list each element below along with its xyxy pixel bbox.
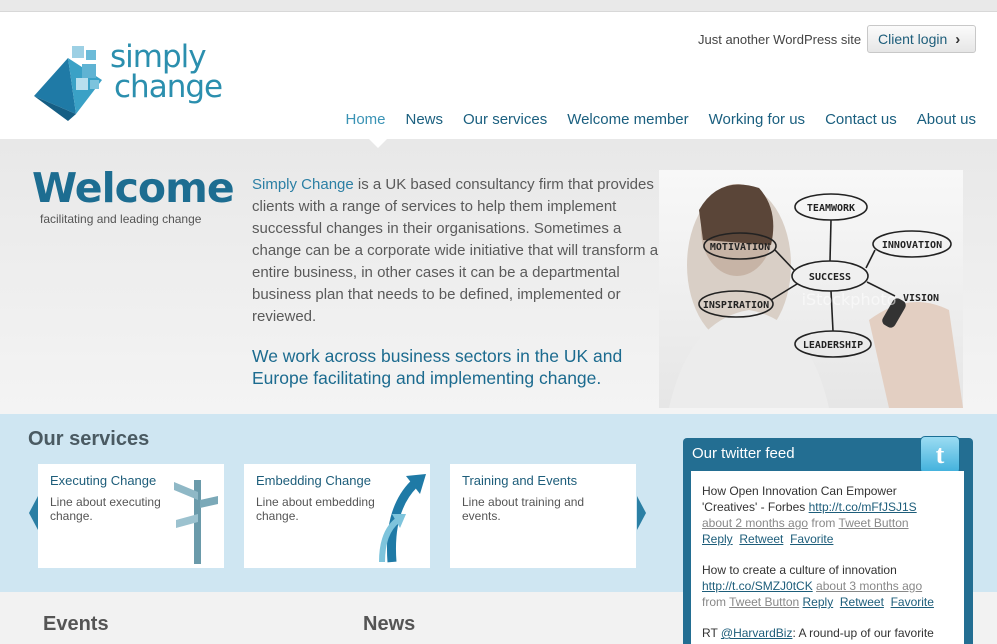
service-card-title: Training and Events [462, 473, 578, 488]
rising-arrows-icon [379, 474, 426, 563]
service-card-embedding-change[interactable]: Embedding Change Line about embedding ch… [244, 464, 430, 568]
tweet-favorite-link[interactable]: Favorite [891, 595, 934, 609]
tweet-item: How Open Innovation Can Empower 'Creativ… [702, 483, 954, 547]
diagram-word-inspiration: INSPIRATION [703, 300, 769, 311]
carousel-next-arrow-icon[interactable] [637, 496, 646, 530]
twitter-feed-panel: Our twitter feed t How Open Innovation C… [683, 436, 973, 644]
diagram-word-innovation: INNOVATION [882, 240, 942, 251]
tweet-list: How Open Innovation Can Empower 'Creativ… [691, 471, 964, 644]
tweet-mention-link[interactable]: @HarvardBiz [721, 626, 793, 640]
tweet-link[interactable]: http://t.co/SMZJ0tCK [702, 579, 813, 593]
nav-item-contact-us[interactable]: Contact us [825, 111, 897, 128]
twitter-feed-heading: Our twitter feed [692, 445, 795, 462]
tweet-time[interactable]: about 3 months ago [816, 579, 922, 593]
watermark-text: iStockphoto [802, 290, 897, 309]
service-card-training-and-events[interactable]: Training and Events Line about training … [450, 464, 636, 568]
top-strip [0, 0, 997, 12]
client-login-button[interactable]: Client login › [867, 25, 976, 53]
tweet-from: from [702, 595, 730, 609]
service-card-title: Executing Change [50, 473, 157, 488]
tweet-prefix: RT [702, 626, 721, 640]
site-tagline: Just another WordPress site [698, 32, 862, 47]
diagram-word-teamwork: TEAMWORK [807, 203, 855, 214]
chevron-right-icon: › [955, 30, 961, 48]
service-card-executing-change[interactable]: Executing Change Line about executing ch… [38, 464, 224, 568]
nav-active-pointer [369, 139, 387, 148]
hero-section: Welcome facilitating and leading change … [0, 139, 997, 414]
intro-text: is a UK based consultancy firm that prov… [252, 176, 667, 325]
nav-item-home[interactable]: Home [345, 111, 385, 128]
tweet-text: : A round-up of our favorite [792, 626, 934, 640]
tweet-retweet-link[interactable]: Retweet [739, 532, 783, 546]
logo-line-1: simply [110, 39, 207, 75]
service-card-description: Line about executing change. [50, 495, 161, 523]
page-subtitle: facilitating and leading change [40, 212, 202, 226]
nav-item-welcome-member[interactable]: Welcome member [567, 111, 688, 128]
client-login-label: Client login [878, 31, 948, 47]
diagram-word-motivation: MOTIVATION [710, 242, 770, 253]
tweet-item: How to create a culture of innovation ht… [702, 562, 954, 610]
news-heading: News [363, 613, 416, 635]
services-heading: Our services [28, 428, 150, 450]
main-nav: Home News Our services Welcome member Wo… [345, 111, 976, 128]
tweet-link[interactable]: http://t.co/mFfJSJ1S [809, 500, 917, 514]
service-card-description: Line about embedding change. [256, 495, 375, 523]
tweet-from: from [808, 516, 839, 530]
tweet-item: RT @HarvardBiz: A round-up of our favori… [702, 625, 954, 641]
diagram-word-vision: VISION [903, 293, 939, 304]
intro-paragraph: Simply Change is a UK based consultancy … [252, 174, 667, 328]
logo-cube-icon [34, 46, 102, 121]
nav-item-our-services[interactable]: Our services [463, 111, 547, 128]
nav-item-working-for-us[interactable]: Working for us [709, 111, 805, 128]
diagram-word-success: SUCCESS [809, 272, 851, 283]
success-diagram-illustration: TEAMWORK MOTIVATION INNOVATION SUCCESS I… [669, 184, 963, 408]
site-header: simply change Just another WordPress sit… [0, 12, 997, 139]
site-logo[interactable]: simply change [32, 42, 232, 124]
nav-item-news[interactable]: News [406, 111, 444, 128]
tweet-favorite-link[interactable]: Favorite [790, 532, 833, 546]
tweet-time[interactable]: about 2 months ago [702, 516, 808, 530]
hero-image: TEAMWORK MOTIVATION INNOVATION SUCCESS I… [659, 170, 963, 408]
carousel-prev-arrow-icon[interactable] [29, 496, 38, 530]
logo-wordmark: simply change [110, 39, 223, 105]
tweet-text: How to create a culture of innovation [702, 563, 897, 577]
tweet-reply-link[interactable]: Reply [803, 595, 834, 609]
tweet-source[interactable]: Tweet Button [839, 516, 909, 530]
diagram-word-leadership: LEADERSHIP [803, 340, 863, 351]
service-card-title: Embedding Change [256, 473, 371, 488]
twitter-bird-icon[interactable]: t [920, 436, 960, 474]
logo-line-2: change [114, 69, 223, 105]
events-heading: Events [43, 613, 109, 635]
tweet-source[interactable]: Tweet Button [729, 595, 799, 609]
tweet-retweet-link[interactable]: Retweet [840, 595, 884, 609]
hero-tagline: We work across business sectors in the U… [252, 346, 623, 388]
page-title: Welcome [32, 164, 235, 212]
tweet-reply-link[interactable]: Reply [702, 532, 733, 546]
signpost-icon [174, 480, 218, 564]
service-card-description: Line about training and events. [462, 495, 585, 523]
intro-brand-name: Simply Change [252, 176, 354, 193]
nav-item-about-us[interactable]: About us [917, 111, 976, 128]
